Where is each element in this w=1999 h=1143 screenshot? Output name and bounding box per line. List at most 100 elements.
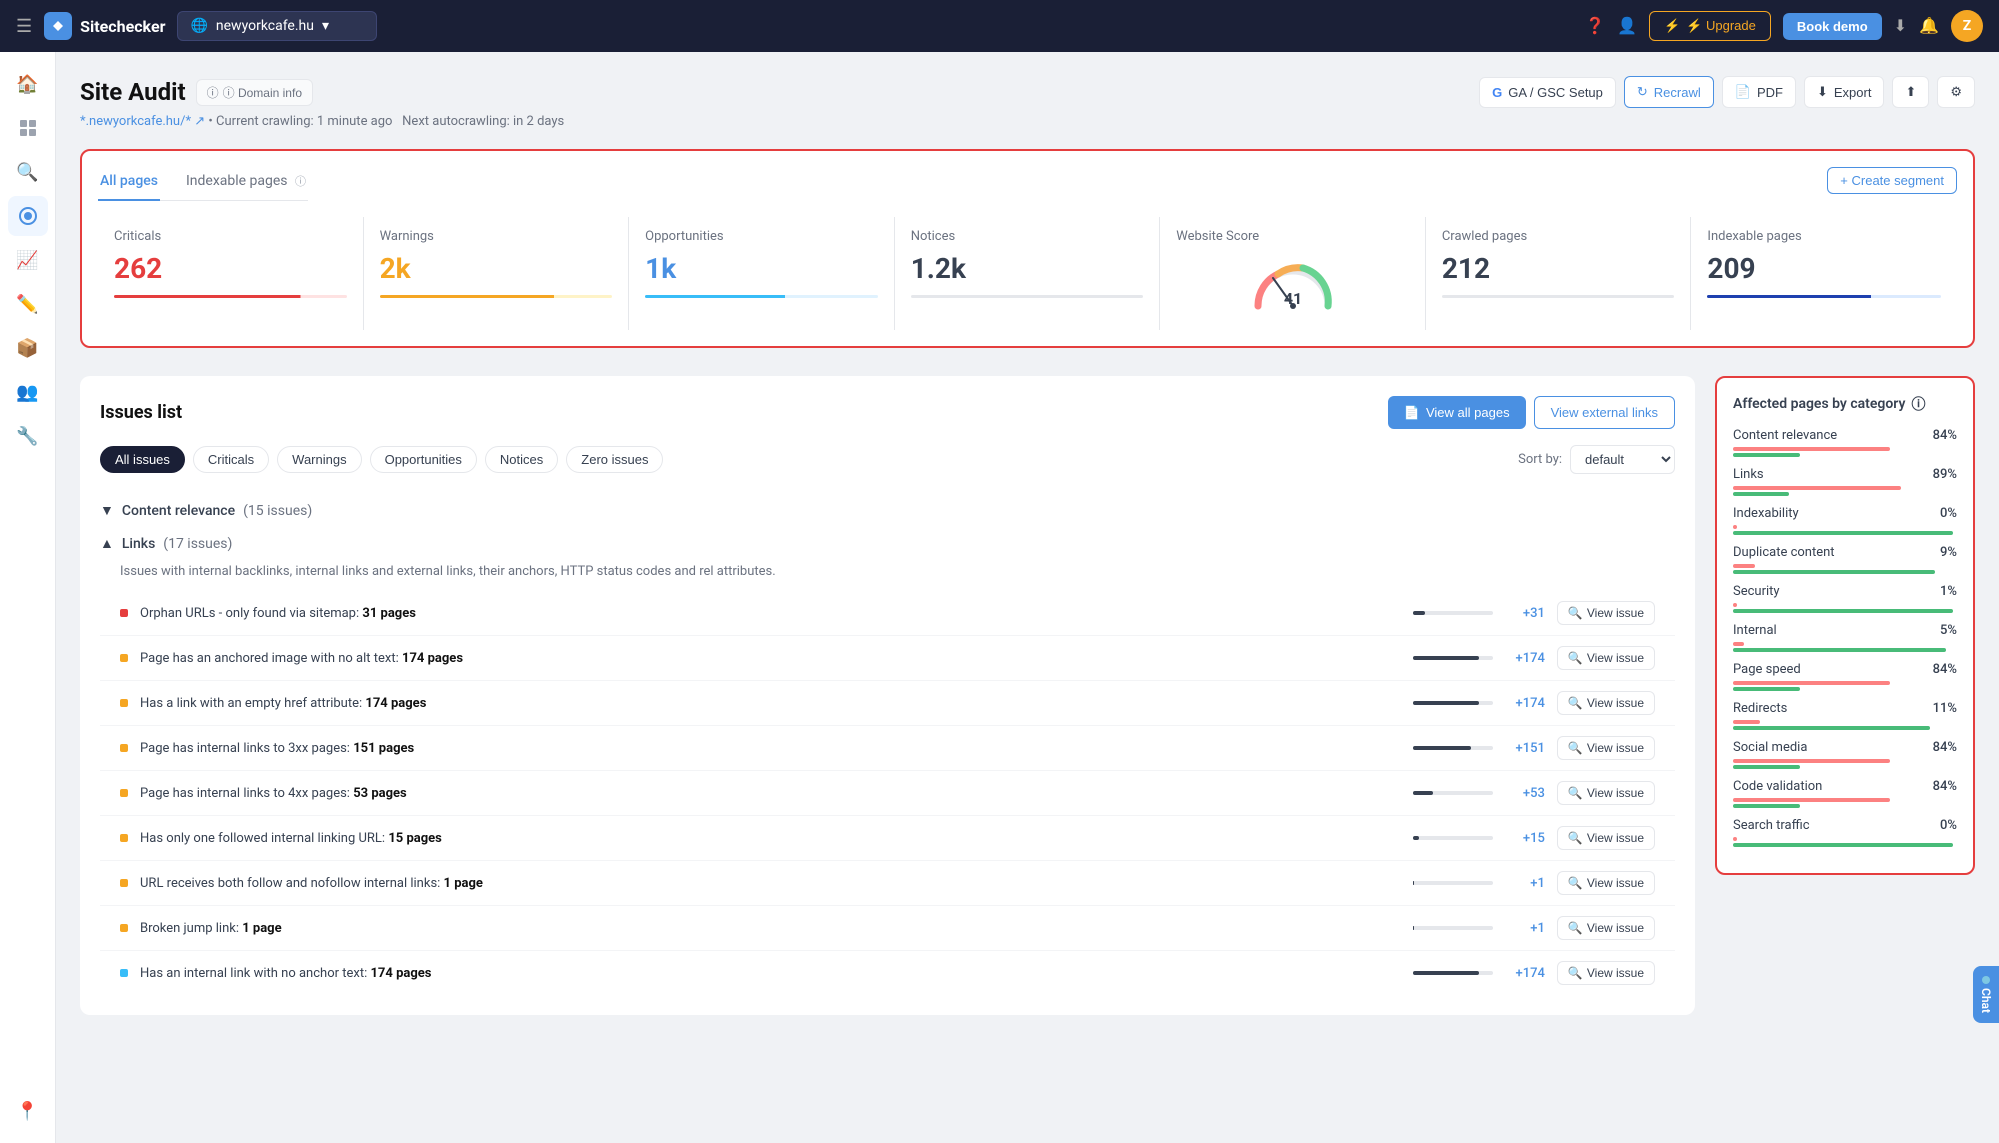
sidebar-item-edit[interactable]: ✏️ xyxy=(8,284,48,324)
filter-tabs: All issues Criticals Warnings Opportunit… xyxy=(100,446,663,473)
sidebar-item-analytics[interactable]: 📈 xyxy=(8,240,48,280)
pdf-button[interactable]: 📄 PDF xyxy=(1722,76,1796,108)
filter-criticals[interactable]: Criticals xyxy=(193,446,269,473)
help-button[interactable]: ❓ xyxy=(1585,16,1605,36)
issues-section: Issues list 📄 View all pages View extern… xyxy=(80,376,1695,1015)
avatar[interactable]: Z xyxy=(1951,10,1983,42)
chat-button[interactable]: Chat xyxy=(1973,966,1999,1023)
notices-label: Notices xyxy=(911,229,1144,244)
issue-text: Has only one followed internal linking U… xyxy=(140,831,1401,846)
content-relevance-count: (15 issues) xyxy=(243,503,312,519)
stat-website-score: Website Score xyxy=(1160,217,1426,330)
view-issue-button[interactable]: 🔍 View issue xyxy=(1557,736,1655,760)
affected-panel: Affected pages by category ⓘ Content rel… xyxy=(1715,376,1975,875)
view-issue-button[interactable]: 🔍 View issue xyxy=(1557,601,1655,625)
add-user-button[interactable]: 👤 xyxy=(1617,16,1637,36)
site-selector[interactable]: 🌐 newyorkcafe.hu ▾ xyxy=(177,11,377,41)
sidebar-item-users[interactable]: 👥 xyxy=(8,372,48,412)
upgrade-button[interactable]: ⚡ ⚡ Upgrade xyxy=(1649,11,1771,41)
stats-tabs: All pages Indexable pages ⓘ xyxy=(98,167,308,201)
filter-row: All issues Criticals Warnings Opportunit… xyxy=(100,445,1675,474)
bell-button[interactable]: 🔔 xyxy=(1919,16,1939,36)
filter-warnings[interactable]: Warnings xyxy=(277,446,361,473)
filter-opportunities[interactable]: Opportunities xyxy=(370,446,477,473)
navbar-actions: ❓ 👤 ⚡ ⚡ Upgrade Book demo ⬇ 🔔 Z xyxy=(1585,10,1983,42)
filter-all-issues[interactable]: All issues xyxy=(100,446,185,473)
affected-bar-green xyxy=(1733,531,1953,535)
view-issue-button[interactable]: 🔍 View issue xyxy=(1557,961,1655,985)
view-issue-button[interactable]: 🔍 View issue xyxy=(1557,781,1655,805)
category-pct: 84% xyxy=(1933,662,1957,677)
tab-indexable-pages[interactable]: Indexable pages ⓘ xyxy=(184,167,308,201)
sidebar-item-home[interactable]: 🏠 xyxy=(8,64,48,104)
sidebar-item-search[interactable]: 🔍 xyxy=(8,152,48,192)
page-title: Site Audit xyxy=(80,78,186,106)
issue-count: +1 xyxy=(1505,876,1545,891)
bookdemo-button[interactable]: Book demo xyxy=(1783,13,1882,40)
sort-row: Sort by: default by count by severity xyxy=(1518,445,1675,474)
issue-bar xyxy=(1413,836,1493,840)
view-issue-button[interactable]: 🔍 View issue xyxy=(1557,916,1655,940)
search-icon: 🔍 xyxy=(1568,966,1583,980)
issue-row: Page has internal links to 4xx pages: 53… xyxy=(100,771,1675,816)
sidebar-item-dashboard[interactable] xyxy=(8,108,48,148)
category-pct: 0% xyxy=(1940,506,1957,521)
search-icon: 🔍 xyxy=(1568,831,1583,845)
view-issue-button[interactable]: 🔍 View issue xyxy=(1557,691,1655,715)
menu-icon[interactable]: ☰ xyxy=(16,16,32,37)
settings-button[interactable]: ⚙ xyxy=(1937,76,1975,108)
export-button[interactable]: ⬇ Export xyxy=(1804,76,1884,108)
create-segment-button[interactable]: + Create segment xyxy=(1827,167,1957,194)
issue-count: +174 xyxy=(1505,966,1545,981)
issue-row: Has an internal link with no anchor text… xyxy=(100,951,1675,995)
sort-select[interactable]: default by count by severity xyxy=(1570,445,1675,474)
logo-icon xyxy=(44,12,72,40)
links-group[interactable]: ▲ Links (17 issues) xyxy=(100,527,1675,560)
affected-bar-red xyxy=(1733,525,1737,529)
issue-count: +174 xyxy=(1505,651,1545,666)
filter-zero-issues[interactable]: Zero issues xyxy=(566,446,663,473)
issue-text: URL receives both follow and nofollow in… xyxy=(140,876,1401,891)
domain-info-button[interactable]: ⓘ ⓘ Domain info xyxy=(196,79,313,106)
affected-bar-red xyxy=(1733,642,1744,646)
severity-indicator xyxy=(120,699,128,707)
ga-gsc-button[interactable]: G GA / GSC Setup xyxy=(1479,77,1616,108)
filter-notices[interactable]: Notices xyxy=(485,446,558,473)
issue-count: +53 xyxy=(1505,786,1545,801)
sidebar-item-location[interactable]: 📍 xyxy=(8,1091,48,1131)
issue-count: +151 xyxy=(1505,741,1545,756)
issue-bar xyxy=(1413,971,1493,975)
view-external-links-button[interactable]: View external links xyxy=(1534,396,1675,429)
issue-bar xyxy=(1413,611,1493,615)
issue-bar xyxy=(1413,791,1493,795)
main-content: Site Audit ⓘ ⓘ Domain info G GA / GSC Se… xyxy=(56,52,1999,1143)
share-button[interactable]: ⬆ xyxy=(1892,76,1929,108)
download-button[interactable]: ⬇ xyxy=(1894,16,1907,36)
view-all-pages-button[interactable]: 📄 View all pages xyxy=(1388,396,1526,429)
view-issue-button[interactable]: 🔍 View issue xyxy=(1557,871,1655,895)
issue-text: Orphan URLs - only found via sitemap: 31… xyxy=(140,606,1401,621)
affected-bar-green xyxy=(1733,453,1800,457)
links-title: Links xyxy=(122,536,155,552)
stat-indexable: Indexable pages 209 xyxy=(1691,217,1957,330)
view-issue-button[interactable]: 🔍 View issue xyxy=(1557,646,1655,670)
issue-bar xyxy=(1413,746,1493,750)
site-link[interactable]: *.newyorkcafe.hu/* ↗ xyxy=(80,114,205,129)
affected-category-row: Social media 84% xyxy=(1733,740,1957,769)
search-icon: 🔍 xyxy=(1568,741,1583,755)
issue-row: Has only one followed internal linking U… xyxy=(100,816,1675,861)
search-icon: 🔍 xyxy=(1568,696,1583,710)
sidebar-item-tools[interactable]: 🔧 xyxy=(8,416,48,456)
content-relevance-group[interactable]: ▼ Content relevance (15 issues) xyxy=(100,494,1675,527)
affected-bar-red xyxy=(1733,564,1755,568)
sidebar-item-audit[interactable] xyxy=(8,196,48,236)
category-pct: 0% xyxy=(1940,818,1957,833)
affected-category-row: Redirects 11% xyxy=(1733,701,1957,730)
recrawl-button[interactable]: ↻ Recrawl xyxy=(1624,76,1714,108)
sidebar-item-package[interactable]: 📦 xyxy=(8,328,48,368)
affected-categories: Content relevance 84% Links 89% Indexabi… xyxy=(1733,428,1957,847)
pdf-icon: 📄 xyxy=(1735,84,1751,100)
opportunities-label: Opportunities xyxy=(645,229,878,244)
tab-all-pages[interactable]: All pages xyxy=(98,167,160,201)
view-issue-button[interactable]: 🔍 View issue xyxy=(1557,826,1655,850)
